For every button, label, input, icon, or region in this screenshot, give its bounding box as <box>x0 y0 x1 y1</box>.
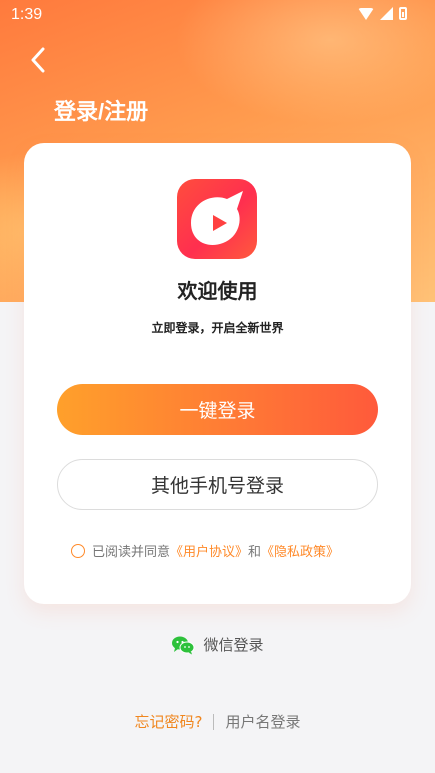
cellular-icon <box>380 7 393 20</box>
wechat-login-button[interactable]: 微信登录 <box>171 634 264 655</box>
welcome-subtitle: 立即登录，开启全新世界 <box>151 321 284 335</box>
page-title: 登录/注册 <box>54 99 149 124</box>
agreement-conjunction: 和 <box>248 545 262 560</box>
one-click-login-button[interactable]: 一键登录 <box>57 384 378 435</box>
app-logo-icon <box>177 179 257 259</box>
status-bar: 1:39 <box>0 0 435 30</box>
agreement-row: 已阅读并同意 《用户协议》 和 《隐私政策》 <box>71 541 339 560</box>
welcome-heading: 欢迎使用 <box>177 279 258 303</box>
other-phone-login-button[interactable]: 其他手机号登录 <box>57 459 378 510</box>
divider <box>213 713 215 730</box>
battery-icon <box>399 7 407 20</box>
wechat-login-row: 微信登录 <box>0 634 435 655</box>
agreement-prefix: 已阅读并同意 <box>92 545 171 560</box>
username-login-link[interactable]: 用户名登录 <box>225 711 300 732</box>
status-time: 1:39 <box>11 6 43 23</box>
login-card: 欢迎使用 立即登录，开启全新世界 一键登录 其他手机号登录 已阅读并同意 《用户… <box>24 143 411 604</box>
bottom-links: 忘记密码? 用户名登录 <box>0 711 435 732</box>
user-agreement-link[interactable]: 《用户协议》 <box>170 541 248 560</box>
forgot-password-link[interactable]: 忘记密码? <box>135 711 203 732</box>
back-button[interactable] <box>26 46 50 74</box>
radio-unchecked-icon[interactable] <box>71 543 85 558</box>
wifi-icon <box>358 7 374 20</box>
wechat-icon <box>172 636 195 654</box>
back-arrow-icon <box>31 47 45 73</box>
wechat-login-label: 微信登录 <box>203 636 264 654</box>
status-icons <box>358 7 407 20</box>
privacy-policy-link[interactable]: 《隐私政策》 <box>261 541 339 560</box>
